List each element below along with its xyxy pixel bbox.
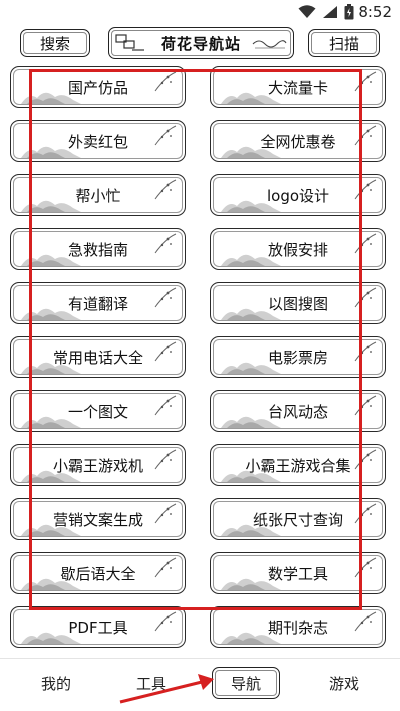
tile-label: 外卖红包: [67, 132, 128, 151]
battery-icon: [344, 4, 354, 20]
branch-decoration-icon: [354, 179, 377, 200]
tile-fangjia-anpai[interactable]: 放假安排: [210, 228, 386, 270]
tile-jijiu-zhinan[interactable]: 急救指南: [10, 228, 186, 270]
search-button-label: 搜索: [39, 34, 70, 53]
branch-decoration-icon: [354, 125, 377, 146]
branch-decoration-icon: [154, 125, 177, 146]
branch-decoration-icon: [354, 341, 377, 362]
tile-yitu-soutu[interactable]: 以图搜图: [210, 282, 386, 324]
branch-decoration-icon: [154, 557, 177, 578]
nav-navigation[interactable]: 导航: [212, 667, 280, 699]
branch-decoration-icon: [354, 503, 377, 524]
tile-label: 小霸王游戏合集: [245, 456, 351, 475]
scan-button-label: 扫描: [328, 34, 359, 53]
branch-decoration-icon: [154, 611, 177, 632]
branch-decoration-icon: [154, 287, 177, 308]
branch-decoration-icon: [354, 611, 377, 632]
page-title-text: 荷花导航站: [160, 34, 241, 53]
title-decoration-icon: [115, 34, 144, 51]
scan-button[interactable]: 扫描: [308, 29, 380, 57]
tile-guochan-fangpin[interactable]: 国产仿品: [10, 66, 186, 108]
tile-label: 一个图文: [67, 402, 128, 421]
tile-zhizhang-chicun[interactable]: 纸张尺寸查询: [210, 498, 386, 540]
branch-decoration-icon: [354, 287, 377, 308]
status-bar: 8:52: [0, 0, 400, 24]
tile-label: 歇后语大全: [60, 564, 136, 583]
tile-label: 帮小忙: [75, 186, 121, 205]
arrow-pointer-icon: [119, 674, 214, 704]
branch-decoration-icon: [154, 395, 177, 416]
tile-label: 常用电话大全: [52, 348, 143, 367]
tile-label: 小霸王游戏机: [52, 456, 143, 475]
tile-shuxue-gongju[interactable]: 数学工具: [210, 552, 386, 594]
tile-taifeng-dongtai[interactable]: 台风动态: [210, 390, 386, 432]
branch-decoration-icon: [354, 71, 377, 92]
tile-logo-sheji[interactable]: logo设计: [210, 174, 386, 216]
tile-yingxiao-wenan[interactable]: 营销文案生成: [10, 498, 186, 540]
tile-label: 期刊杂志: [267, 618, 328, 637]
tile-label: 台风动态: [267, 402, 328, 421]
tile-label: 大流量卡: [267, 78, 328, 97]
branch-decoration-icon: [354, 449, 377, 470]
branch-decoration-icon: [354, 557, 377, 578]
tile-da-liuliang-ka[interactable]: 大流量卡: [210, 66, 386, 108]
tile-quanwang-youhui[interactable]: 全网优惠卷: [210, 120, 386, 162]
branch-decoration-icon: [154, 179, 177, 200]
tile-label: 有道翻译: [67, 294, 128, 313]
mountain-decoration-icon: [21, 200, 81, 212]
tile-label: 全网优惠卷: [260, 132, 336, 151]
tile-label: 急救指南: [67, 240, 128, 259]
tile-label: 国产仿品: [67, 78, 128, 97]
tile-dianying-piaofang[interactable]: 电影票房: [210, 336, 386, 378]
branch-decoration-icon: [154, 341, 177, 362]
tile-pdf-gongju[interactable]: PDF工具: [10, 606, 186, 648]
tile-label: PDF工具: [68, 618, 128, 637]
tile-bang-xiaomang[interactable]: 帮小忙: [10, 174, 186, 216]
wifi-icon: [298, 5, 316, 18]
tile-qikan-zazhi[interactable]: 期刊杂志: [210, 606, 386, 648]
tile-xiaobawang-youxiji[interactable]: 小霸王游戏机: [10, 444, 186, 486]
signal-icon: [323, 6, 337, 18]
tile-xiaobawang-heji[interactable]: 小霸王游戏合集: [210, 444, 386, 486]
branch-decoration-icon: [154, 503, 177, 524]
tile-label: 放假安排: [267, 240, 328, 259]
tile-label: 电影票房: [267, 348, 328, 367]
branch-decoration-icon: [354, 395, 377, 416]
tile-waimai-hongbao[interactable]: 外卖红包: [10, 120, 186, 162]
tile-xiehouyu-daquan[interactable]: 歇后语大全: [10, 552, 186, 594]
tile-yige-tuwen[interactable]: 一个图文: [10, 390, 186, 432]
nav-navigation-label: 导航: [230, 674, 261, 693]
branch-decoration-icon: [154, 449, 177, 470]
branch-decoration-icon: [354, 233, 377, 254]
search-button[interactable]: 搜索: [20, 29, 90, 57]
tile-label: 数学工具: [267, 564, 328, 583]
tile-changyong-dianhua[interactable]: 常用电话大全: [10, 336, 186, 378]
tile-label: 纸张尺寸查询: [252, 510, 343, 529]
nav-games[interactable]: 游戏: [314, 673, 374, 694]
page-title: 荷花导航站: [108, 27, 294, 59]
branch-decoration-icon: [154, 71, 177, 92]
branch-decoration-icon: [154, 233, 177, 254]
cloud-decoration-icon: [252, 40, 287, 49]
tile-label: logo设计: [266, 186, 330, 205]
header: 搜索 荷花导航站 扫描: [0, 26, 400, 62]
tile-youdao-fanyi[interactable]: 有道翻译: [10, 282, 186, 324]
tile-label: 以图搜图: [267, 294, 328, 313]
nav-mine[interactable]: 我的: [26, 673, 86, 694]
tile-label: 营销文案生成: [52, 510, 143, 529]
status-icons: [298, 4, 354, 20]
status-time: 8:52: [358, 3, 392, 21]
